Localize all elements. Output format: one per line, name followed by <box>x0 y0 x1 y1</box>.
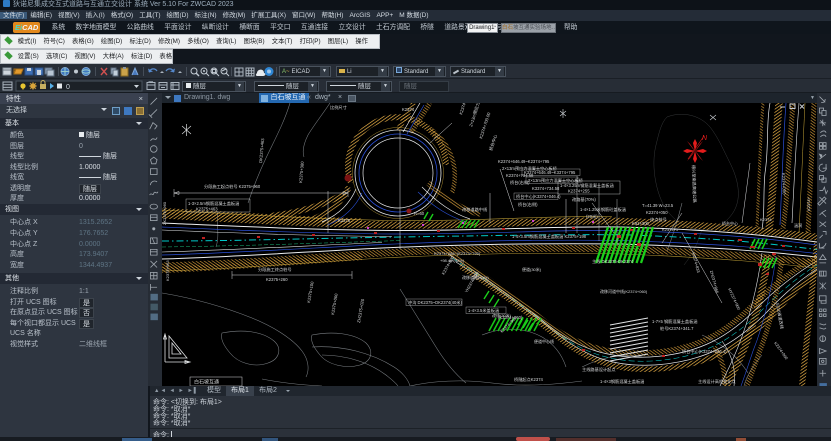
svg-text:K2374+: K2374+ <box>806 196 811 211</box>
svg-text:K3374+646.49~K3374+795: K3374+646.49~K3374+795 <box>524 170 576 175</box>
svg-text:桥台中心: 桥台中心 <box>487 133 499 152</box>
svg-text:白石坡互通: 白石坡互通 <box>194 379 219 386</box>
svg-text:2×13m预应力混凝土空心板桥: 2×13m预应力混凝土空心板桥 <box>528 177 584 184</box>
svg-text:K2375+463: K2375+463 <box>196 207 218 212</box>
svg-text:改移道路中线: 改移道路中线 <box>462 206 488 213</box>
svg-text:K2374+960: K2374+960 <box>773 341 789 361</box>
svg-text:ZH2375+020: ZH2375+020 <box>356 298 365 323</box>
svg-text:0: 0 <box>66 84 70 91</box>
svg-text:主线设计高程变化点: 主线设计高程变化点 <box>698 378 736 385</box>
svg-text:桩号K2374+341.7: 桩号K2374+341.7 <box>660 325 694 332</box>
svg-text:T=41.39 W=23.5: T=41.39 W=23.5 <box>642 203 674 208</box>
svg-text:K2374: K2374 <box>402 107 415 112</box>
svg-text:涵洞: 涵洞 <box>794 222 802 228</box>
svg-text:桥台中心(K3374+046.4): 桥台中心(K3374+046.4) <box>516 193 561 200</box>
svg-text:K2375+260: K2375+260 <box>266 277 288 282</box>
svg-text:K2375+100: K2375+100 <box>306 280 315 303</box>
svg-text:R=60: R=60 <box>414 211 425 216</box>
svg-text:K2374+255: K2374+255 <box>568 189 590 194</box>
svg-text:德兴至南昌高速公路: 德兴至南昌高速公路 <box>690 165 698 204</box>
svg-text:分段施工起点桩号 K2375+960: 分段施工起点桩号 K2375+960 <box>204 183 261 190</box>
svg-text:桥台中心: 桥台中心 <box>722 220 738 226</box>
svg-text:(20米): (20米) <box>586 213 598 220</box>
svg-text:桥隧起点K2374: 桥隧起点K2374 <box>514 376 544 383</box>
svg-text:桥台中心(K3374+046.4): 桥台中心(K3374+046.4) <box>682 348 727 355</box>
svg-text:便道(30米): 便道(30米) <box>522 266 542 272</box>
svg-text:K2375+060: K2375+060 <box>330 292 339 315</box>
svg-text:1-4×3.5米盖板涵: 1-4×3.5米盖板涵 <box>468 307 499 314</box>
svg-text:K2375+380: K2375+380 <box>298 161 305 184</box>
svg-text:分段施工终点桩号: 分段施工终点桩号 <box>258 266 292 273</box>
svg-text:1-4×3.5m钢筋混凝土盖板涵 K2375+198: 1-4×3.5m钢筋混凝土盖板涵 K2375+198 <box>512 233 587 240</box>
svg-text:1-4×1.25米钢筋砼盖板涵: 1-4×1.25米钢筋砼盖板涵 <box>580 206 626 213</box>
svg-text:K2375+963: K2375+963 <box>165 260 170 281</box>
svg-text:ZH2374+866: ZH2374+866 <box>709 270 720 294</box>
svg-text:N: N <box>702 135 708 142</box>
svg-text:K2374+000: K2374+000 <box>781 173 787 195</box>
svg-text:改移河道中线(K2374+060): 改移河道中线(K2374+060) <box>600 288 648 294</box>
svg-text:终点桩号: 终点桩号 <box>650 216 667 223</box>
svg-text:比例尺寸: 比例尺寸 <box>330 104 347 111</box>
svg-text:桥台(右侧): 桥台(右侧) <box>518 201 538 208</box>
svg-text:1-4×3钢筋混凝土盖板涵: 1-4×3钢筋混凝土盖板涵 <box>600 378 644 385</box>
svg-text:冲沟 DK2375~DK2374(40米): 冲沟 DK2375~DK2374(40米) <box>408 299 462 306</box>
svg-text:ZK2375+960: ZK2375+960 <box>162 201 167 225</box>
svg-text:HY2374+900: HY2374+900 <box>727 287 742 311</box>
svg-text:K91+300: K91+300 <box>632 221 650 226</box>
svg-text:改路基(70%): 改路基(70%) <box>572 196 596 203</box>
svg-text:K2374+050: K2374+050 <box>646 210 668 215</box>
svg-text:K3374+734.58: K3374+734.58 <box>532 186 560 191</box>
svg-text:DK2375+463: DK2375+463 <box>258 138 265 164</box>
svg-text:主线 DK2375-DK2374: 主线 DK2375-DK2374 <box>592 258 634 264</box>
svg-text:(K2374+060): (K2374+060) <box>498 315 523 320</box>
svg-text:便道中心线: 便道中心线 <box>534 338 554 344</box>
svg-text:K2374+646.49~K2374+795: K2374+646.49~K2374+795 <box>498 159 550 164</box>
svg-text:改移道路(40%): 改移道路(40%) <box>462 274 489 280</box>
svg-text:K2375: K2375 <box>338 218 351 223</box>
svg-text:K2374+646.49: K2374+646.49 <box>458 103 471 115</box>
svg-text:主线路基设计起点: 主线路基设计起点 <box>582 366 616 373</box>
svg-text:K2374+1: K2374+1 <box>662 227 679 232</box>
svg-text:1-7×5 钢筋混凝土盖板涵: 1-7×5 钢筋混凝土盖板涵 <box>652 318 698 325</box>
svg-text:K2374+700.00: K2374+700.00 <box>478 111 491 139</box>
svg-text:K2374: K2374 <box>760 217 772 222</box>
svg-text:K2374+788~(K2374+795): K2374+788~(K2374+795) <box>434 251 481 256</box>
